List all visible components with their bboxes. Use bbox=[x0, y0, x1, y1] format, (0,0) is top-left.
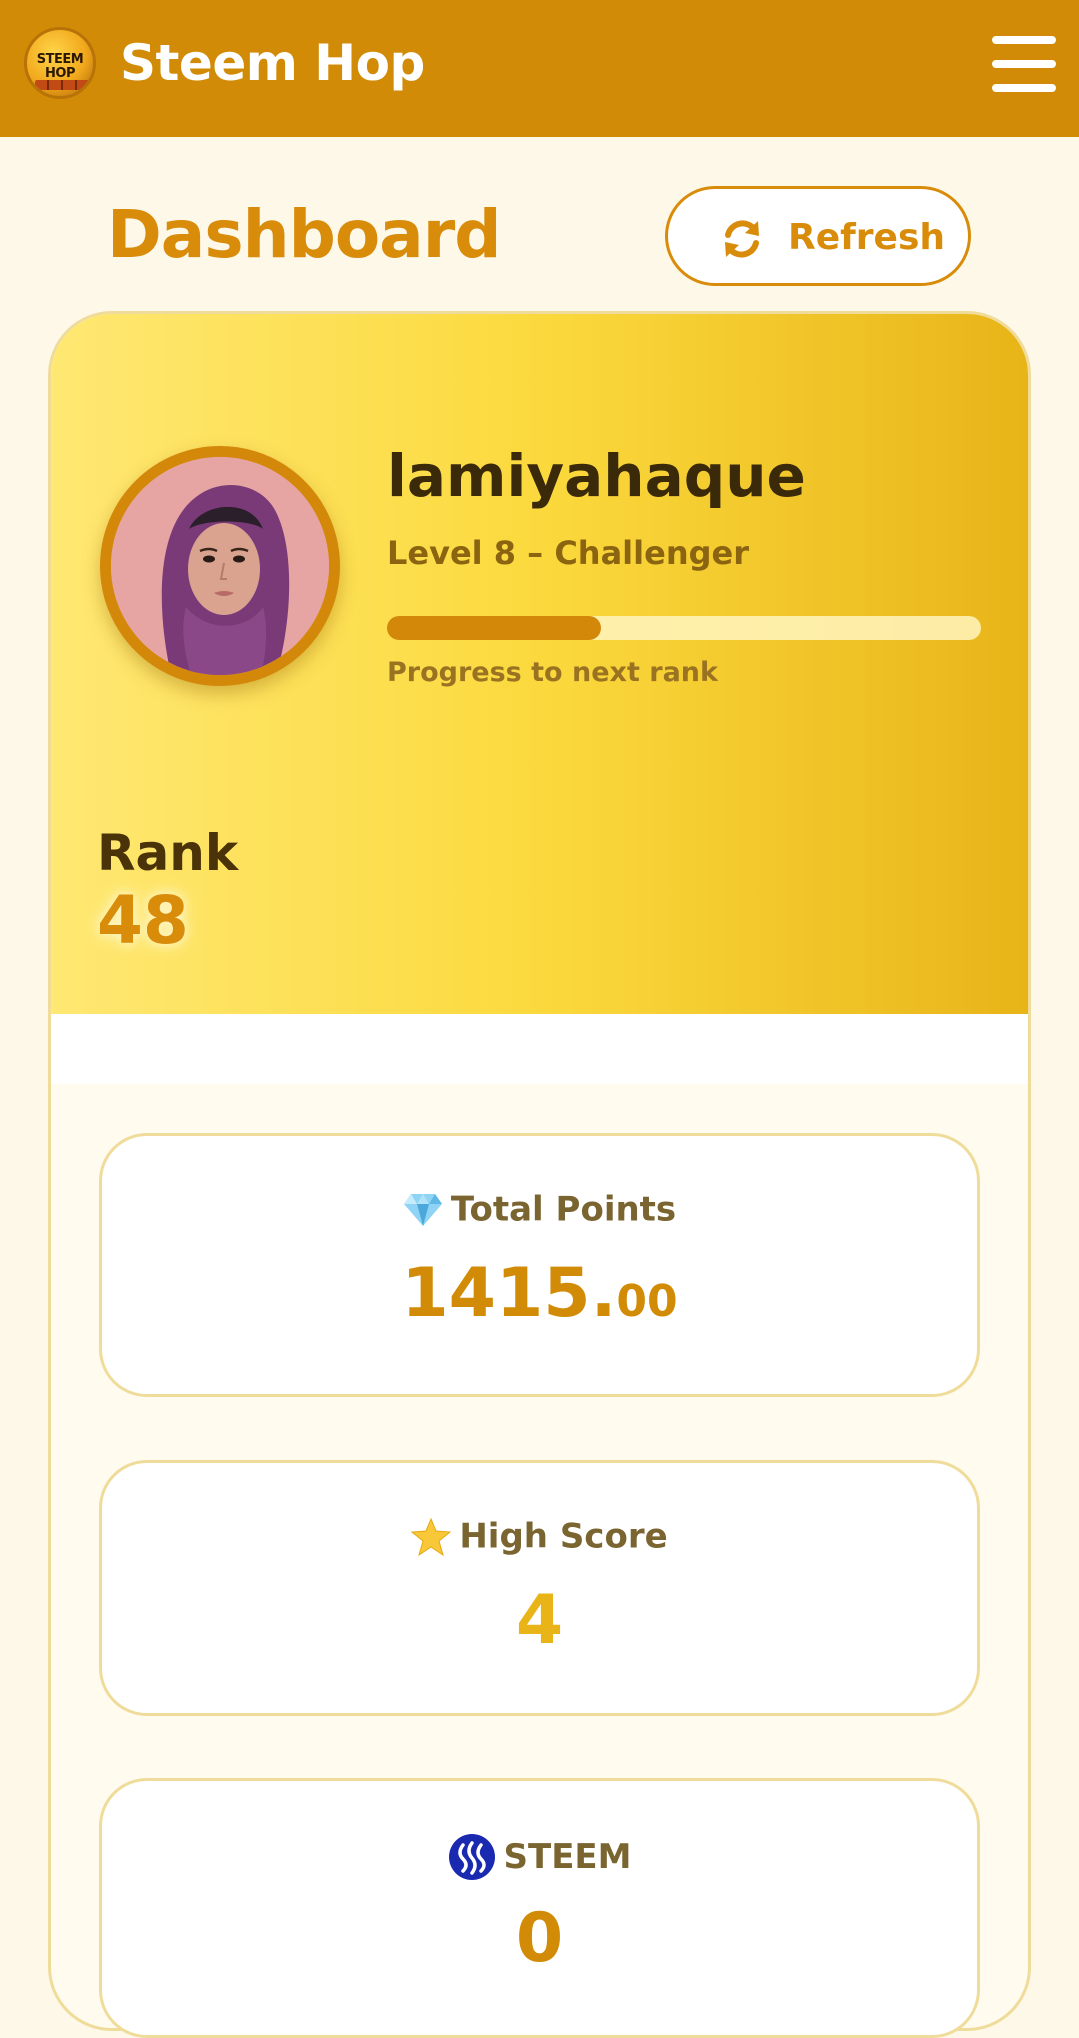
total-points-label: Total Points bbox=[450, 1189, 677, 1230]
app-title[interactable]: Steem Hop bbox=[120, 34, 425, 92]
rank-label: Rank bbox=[97, 824, 239, 882]
high-score-label: High Score bbox=[459, 1516, 668, 1557]
steem-card: STEEM 0 bbox=[99, 1778, 980, 2038]
logo-text-steem: STEEM bbox=[36, 52, 84, 67]
rank-value: 48 bbox=[97, 882, 189, 959]
steem-heading: STEEM bbox=[102, 1833, 977, 1881]
hero-divider bbox=[51, 1014, 1028, 1084]
steem-hop-logo[interactable]: STEEM HOP bbox=[24, 27, 96, 99]
logo-bricks bbox=[35, 80, 89, 90]
star-icon bbox=[411, 1517, 452, 1556]
rank-progress-fill bbox=[387, 616, 601, 640]
refresh-button[interactable]: Refresh bbox=[665, 186, 971, 286]
high-score-value: 4 bbox=[515, 1581, 564, 1660]
progress-label: Progress to next rank bbox=[387, 657, 718, 688]
username: lamiyahaque bbox=[387, 442, 806, 510]
menu-line bbox=[992, 60, 1056, 68]
total-points-heading: Total Points bbox=[102, 1188, 977, 1230]
sync-icon bbox=[725, 220, 759, 258]
rank-progress-bar bbox=[387, 616, 981, 640]
steem-value: 0 bbox=[515, 1899, 564, 1978]
steem-label: STEEM bbox=[503, 1837, 632, 1877]
gem-icon bbox=[403, 1193, 442, 1226]
avatar[interactable] bbox=[100, 446, 340, 686]
logo-text-hop: HOP bbox=[45, 66, 75, 81]
top-app-bar: STEEM HOP Steem Hop bbox=[0, 0, 1079, 137]
total-points-value: 1415.00 bbox=[102, 1254, 977, 1333]
menu-line bbox=[992, 36, 1056, 44]
total-points-card: Total Points 1415.00 bbox=[99, 1133, 980, 1397]
steem-icon bbox=[448, 1834, 495, 1880]
high-score-card: High Score 4 bbox=[99, 1460, 980, 1716]
menu-line bbox=[992, 84, 1056, 92]
high-score-heading: High Score bbox=[102, 1515, 977, 1557]
level-text: Level 8 – Challenger bbox=[387, 534, 749, 572]
hamburger-menu-icon[interactable] bbox=[992, 34, 1056, 94]
total-points-integer: 1415. bbox=[401, 1254, 617, 1333]
refresh-label: Refresh bbox=[788, 217, 946, 258]
total-points-decimal: 00 bbox=[616, 1276, 678, 1327]
page-title: Dashboard bbox=[107, 196, 502, 273]
profile-hero: lamiyahaque Level 8 – Challenger Progres… bbox=[51, 314, 1028, 1014]
avatar-portrait bbox=[111, 457, 329, 675]
